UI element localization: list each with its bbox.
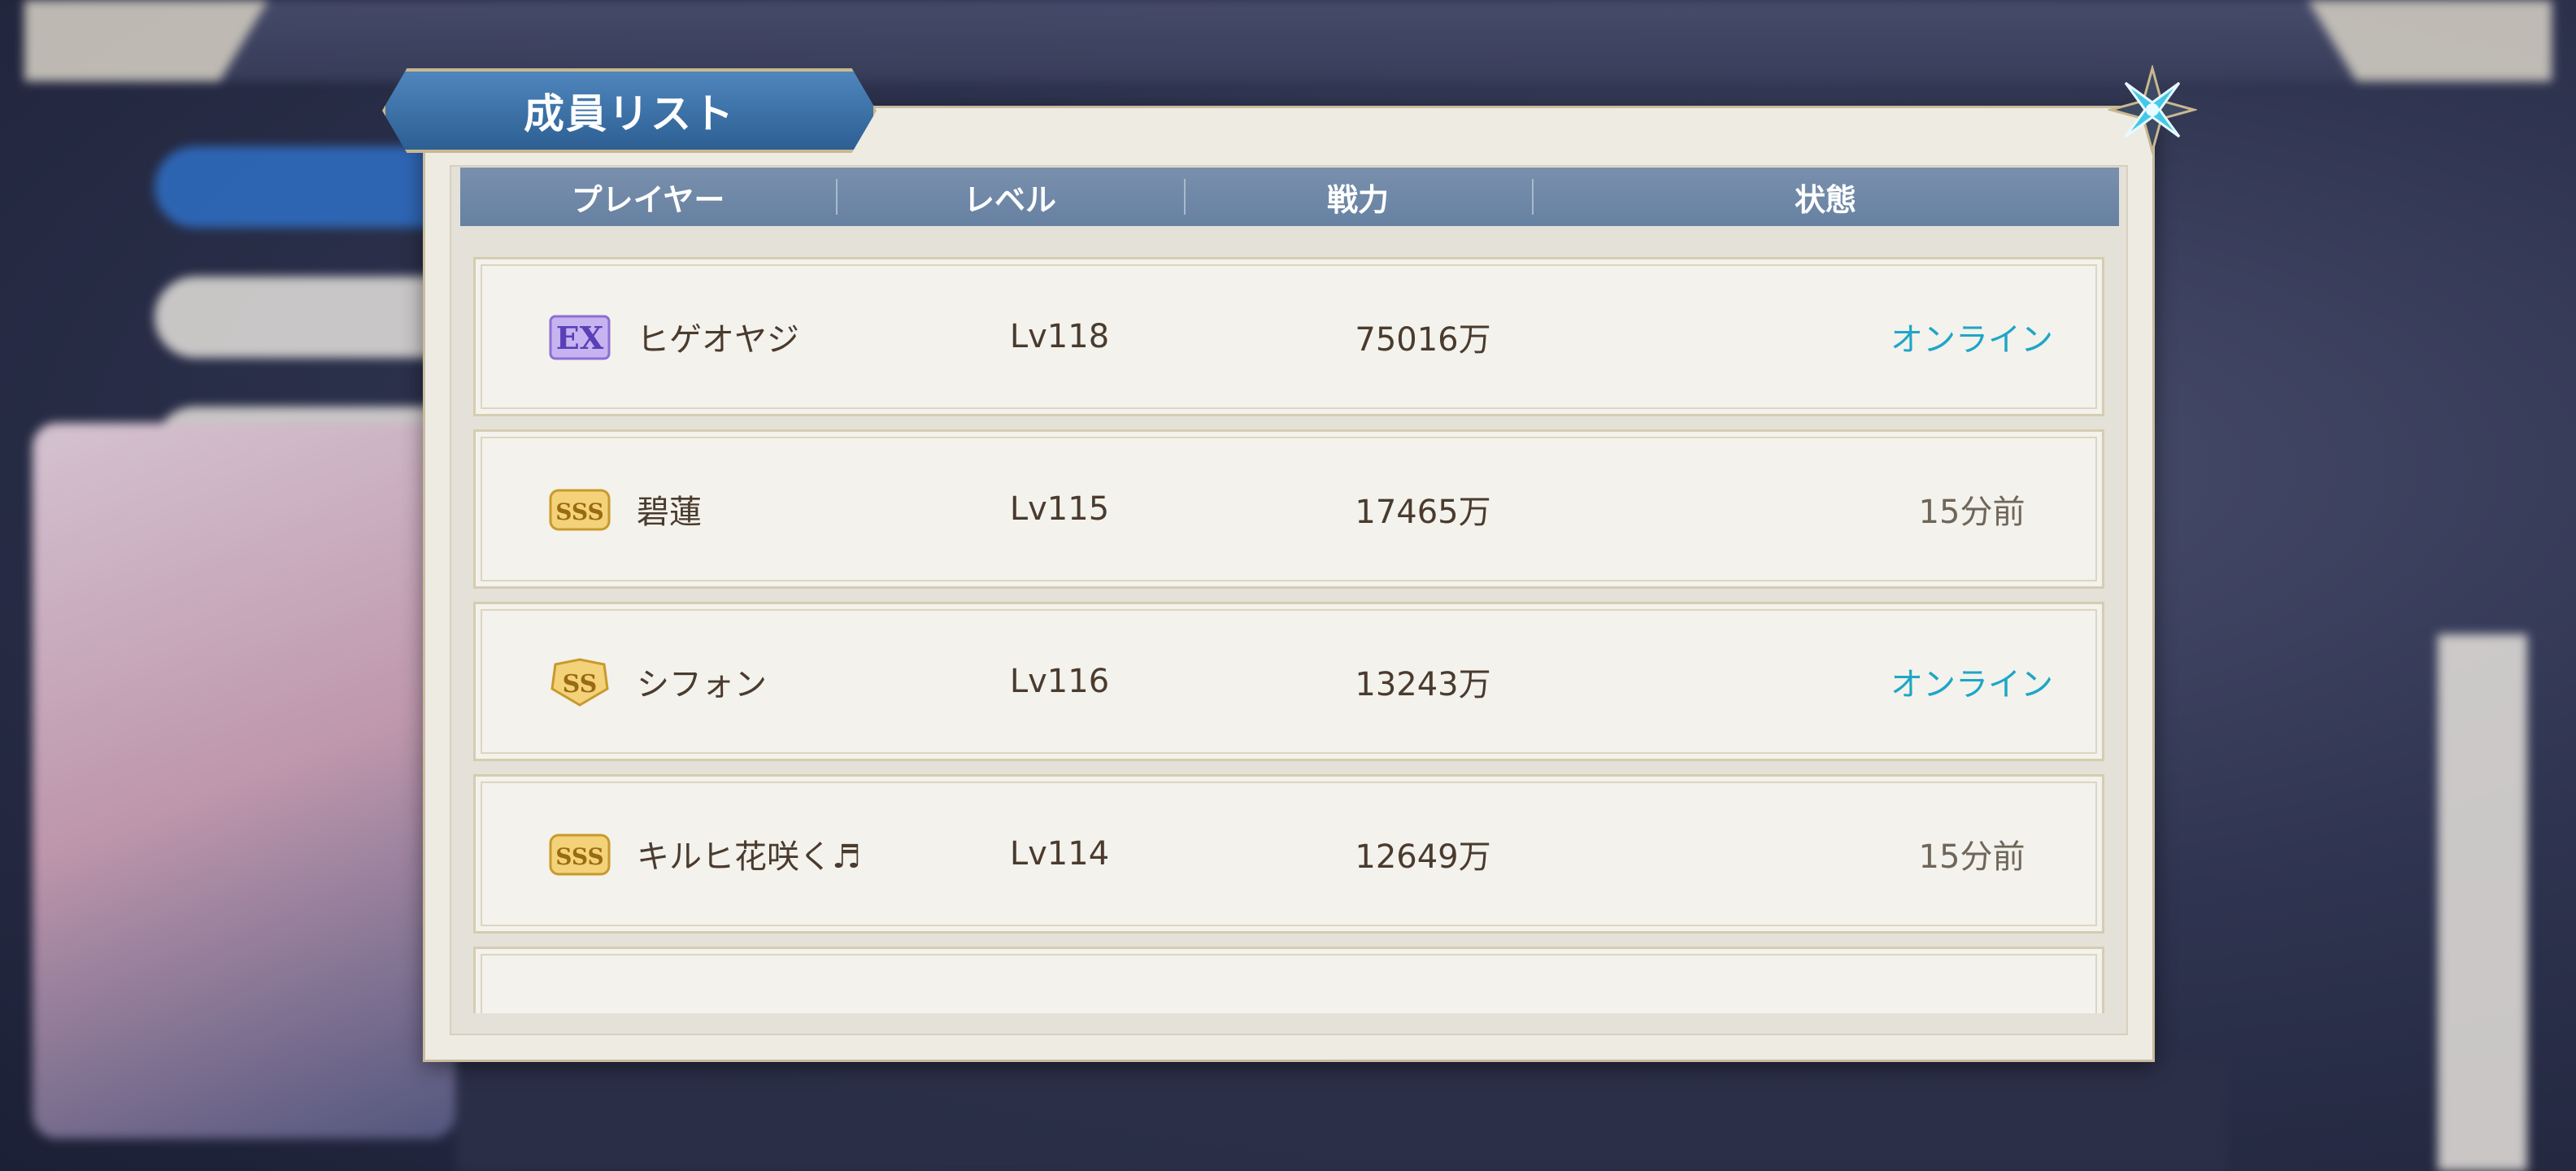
member-status: 15分前 [1918, 494, 2026, 531]
member-name: 碧蓮 [637, 494, 702, 531]
svg-text:SSS: SSS [555, 498, 603, 525]
column-header-player: プレイヤー [571, 181, 725, 218]
member-name: ヒゲオヤジ [637, 321, 799, 359]
table-row[interactable] [473, 947, 2104, 1013]
table-row[interactable]: SSS キルヒ花咲く♬ Lv114 12649万 15分前 [473, 774, 2104, 934]
background-character-art [33, 423, 455, 1138]
table-row[interactable]: SSS 碧蓮 Lv115 17465万 15分前 [473, 429, 2104, 589]
column-header-power: 戦力 [1184, 168, 1532, 226]
svg-text:SSS: SSS [555, 843, 603, 870]
column-header-status: 状態 [1532, 168, 2119, 226]
table-header: プレイヤー レベル 戦力 状態 [460, 168, 2119, 226]
table-row[interactable]: SS シフォン Lv116 13243万 オンライン [473, 602, 2104, 761]
member-status: オンライン [1891, 666, 2053, 703]
member-name: キルヒ花咲く♬ [637, 838, 861, 876]
ex-rank-icon: EX [549, 315, 611, 360]
member-name: シフォン [637, 666, 767, 703]
member-power: 17465万 [1355, 494, 1491, 531]
member-power: 75016万 [1355, 321, 1491, 359]
column-header-level: レベル [836, 168, 1184, 226]
member-level: Lv118 [1009, 318, 1110, 355]
member-level: Lv114 [1009, 835, 1110, 873]
ss-rank-icon: SS [550, 658, 609, 707]
sss-rank-icon: SSS [549, 834, 611, 876]
table-row[interactable]: EX ヒゲオヤジ Lv118 75016万 オンライン [473, 257, 2104, 416]
member-list[interactable]: EX ヒゲオヤジ Lv118 75016万 オンライン SSS 碧蓮 Lv115… [473, 257, 2104, 1013]
dialog-title: 成員リスト [524, 90, 735, 137]
svg-text:SS: SS [563, 670, 598, 699]
member-status: 15分前 [1918, 838, 2026, 876]
close-button[interactable] [2108, 65, 2197, 155]
close-icon [2108, 65, 2197, 155]
background-bottom-bar [455, 1057, 2228, 1171]
member-level: Lv115 [1009, 490, 1110, 528]
member-power: 12649万 [1355, 838, 1491, 876]
svg-text:EX: EX [556, 320, 604, 356]
member-level: Lv116 [1009, 663, 1110, 700]
dialog-title-tab: 成員リスト [382, 68, 877, 153]
member-status: オンライン [1891, 321, 2053, 359]
member-power: 13243万 [1355, 666, 1491, 703]
background-side-panel [2438, 634, 2527, 1171]
sss-rank-icon: SSS [549, 489, 611, 531]
